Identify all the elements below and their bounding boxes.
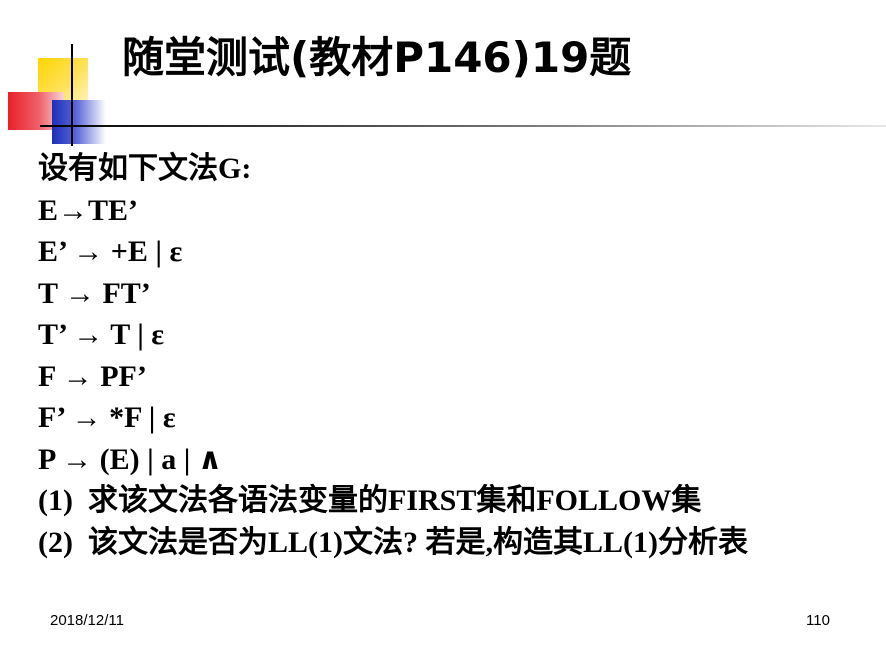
question-2-number: (2) (38, 525, 73, 559)
decor-blue-square (52, 100, 106, 144)
production-1: E→TE’ (38, 193, 139, 227)
page-number: 110 (806, 612, 830, 629)
slide-title: 随堂测试(教材P146)19题 (122, 33, 632, 82)
question-1-number: (1) (38, 484, 73, 517)
production-6: F’ → *F | ε (38, 401, 176, 434)
production-5: F → PF’ (38, 359, 147, 393)
production-4: T’ → T | ε (38, 318, 165, 351)
question-1-text: 求该文法各语法变量的FIRST集和FOLLOW集 (88, 484, 702, 517)
decor-vertical-line (71, 44, 73, 146)
question-2-text: 该文法是否为LL(1)文法? 若是,构造其LL(1)分析表 (88, 525, 748, 559)
grammar-intro: 设有如下文法G: (38, 152, 252, 185)
title-underline (40, 125, 886, 127)
production-2: E’ → +E | ε (38, 235, 183, 268)
production-3: T → FT’ (38, 276, 151, 310)
footer-date: 2018/12/11 (50, 612, 124, 629)
question-1: (1) 求该文法各语法变量的FIRST集和FOLLOW集 (38, 480, 878, 522)
production-7: P → (E) | a | ∧ (38, 442, 223, 476)
question-2: (2) 该文法是否为LL(1)文法? 若是,构造其LL(1)分析表 (38, 522, 878, 564)
slide-body: 设有如下文法G: E→TE’ E’ → +E | ε T → FT’ T’ → … (38, 148, 878, 563)
